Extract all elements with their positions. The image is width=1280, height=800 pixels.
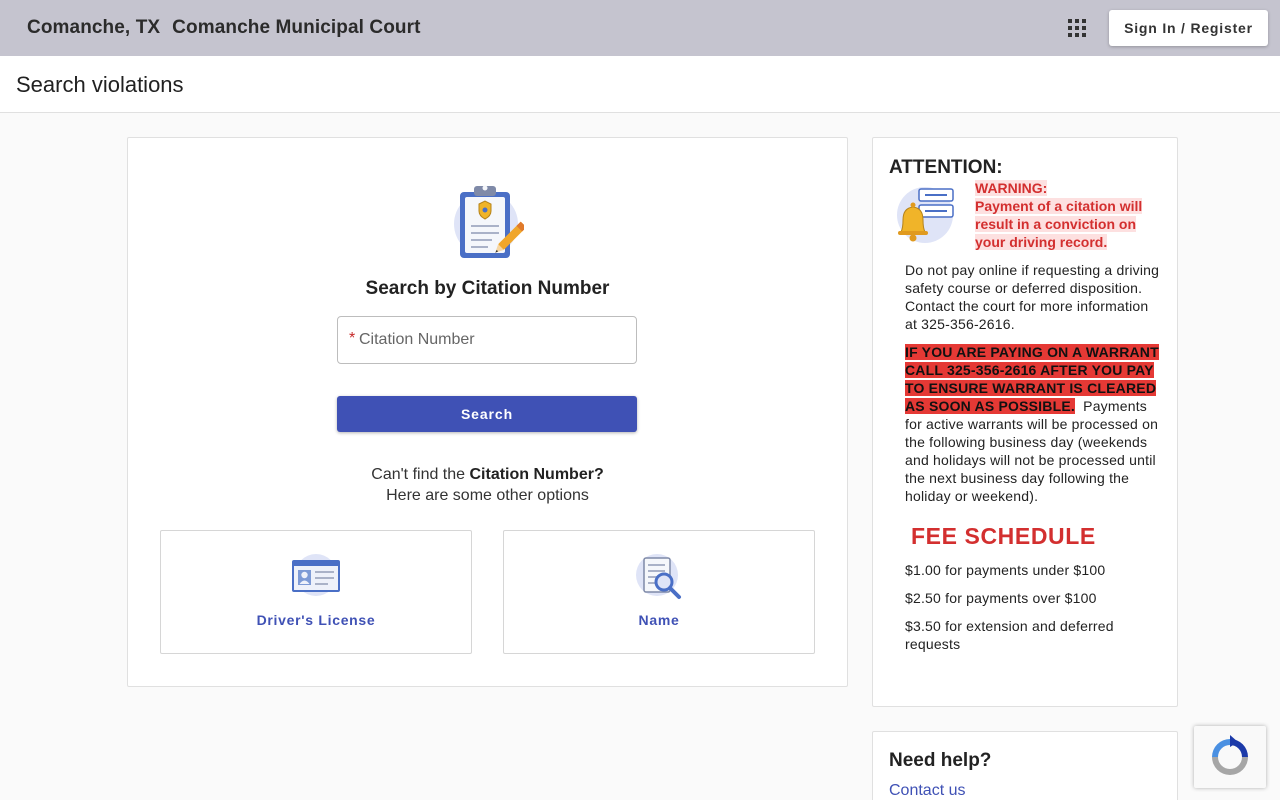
id-card-icon bbox=[292, 554, 340, 596]
required-asterisk: * bbox=[349, 330, 356, 347]
brand-title[interactable]: Comanche, TX Comanche Municipal Court bbox=[27, 17, 421, 39]
court-location: Comanche, TX bbox=[27, 17, 161, 38]
page-title: Search violations bbox=[16, 72, 184, 97]
citation-number-input[interactable] bbox=[359, 317, 629, 363]
contact-us-link[interactable]: Contact us bbox=[889, 782, 965, 800]
search-button[interactable]: Search bbox=[337, 396, 637, 432]
fee-item: $3.50 for extension and deferred request… bbox=[905, 618, 1114, 652]
recaptcha-badge[interactable] bbox=[1194, 726, 1266, 788]
drivers-license-label: Driver's License bbox=[256, 612, 376, 628]
driving-course-notice: Do not pay online if requesting a drivin… bbox=[905, 262, 1160, 332]
alternate-search-hint: Can't find the Citation Number? Here are… bbox=[128, 464, 847, 506]
top-app-bar: Comanche, TX Comanche Municipal Court Sig… bbox=[0, 0, 1280, 56]
fee-item: $2.50 for payments over $100 bbox=[905, 590, 1097, 606]
citation-number-field[interactable]: * bbox=[337, 316, 637, 364]
bell-notification-icon bbox=[897, 187, 954, 243]
warning-text: Payment of a citation will result in a c… bbox=[975, 198, 1143, 250]
recaptcha-icon bbox=[1212, 735, 1248, 775]
apps-grid-icon[interactable] bbox=[1068, 19, 1086, 37]
fee-schedule-title: FEE SCHEDULE bbox=[911, 523, 1096, 549]
warrant-notice: IF YOU ARE PAYING ON A WARRANT CALL 325-… bbox=[905, 343, 1161, 505]
search-by-citation-title: Search by Citation Number bbox=[365, 278, 610, 299]
warning-label: WARNING: bbox=[975, 180, 1048, 196]
need-help-card: Need help? Contact us bbox=[872, 731, 1178, 800]
warning-block: WARNING: Payment of a citation will resu… bbox=[975, 179, 1165, 251]
page-header: Search violations bbox=[0, 56, 1280, 113]
document-search-icon bbox=[636, 554, 681, 599]
citation-search-card: Search by Citation Number * Search Can't… bbox=[127, 137, 848, 687]
clipboard-badge-icon bbox=[454, 185, 524, 258]
attention-panel: ATTENTION: WARNING: Payment of a citatio… bbox=[872, 137, 1178, 707]
court-name: Comanche Municipal Court bbox=[172, 17, 421, 38]
cant-find-prefix: Can't find the bbox=[371, 466, 470, 483]
need-help-title: Need help? bbox=[889, 750, 992, 771]
sign-in-register-button[interactable]: Sign In / Register bbox=[1109, 10, 1268, 46]
name-option-label: Name bbox=[638, 612, 680, 628]
attention-title: ATTENTION: bbox=[889, 157, 1003, 178]
search-by-name-option[interactable]: Name bbox=[503, 530, 815, 654]
search-by-drivers-license-option[interactable]: Driver's License bbox=[160, 530, 472, 654]
other-options-text: Here are some other options bbox=[386, 487, 589, 504]
cant-find-bold: Citation Number? bbox=[469, 466, 604, 483]
fee-item: $1.00 for payments under $100 bbox=[905, 562, 1106, 578]
